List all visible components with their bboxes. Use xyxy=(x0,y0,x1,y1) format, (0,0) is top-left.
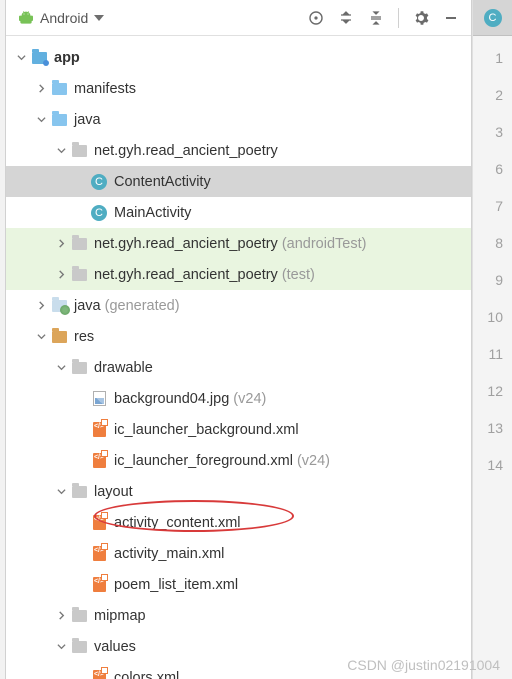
collapse-arrow-icon[interactable] xyxy=(52,611,70,620)
line-number: 12 xyxy=(473,383,512,420)
expand-arrow-icon[interactable] xyxy=(52,642,70,651)
expand-all-button[interactable] xyxy=(334,6,358,30)
settings-button[interactable] xyxy=(409,6,433,30)
expand-arrow-icon[interactable] xyxy=(32,115,50,124)
separator xyxy=(398,8,399,28)
class-icon: C xyxy=(90,173,108,191)
line-number: 2 xyxy=(473,87,512,124)
tree-node-app[interactable]: app xyxy=(6,42,471,73)
line-number: 7 xyxy=(473,198,512,235)
line-number: 9 xyxy=(473,272,512,309)
view-mode-dropdown[interactable]: Android xyxy=(14,8,108,28)
expand-arrow-icon[interactable] xyxy=(32,332,50,341)
editor-tab[interactable]: C xyxy=(473,0,512,36)
tree-node-content-activity[interactable]: CContentActivity xyxy=(6,166,471,197)
package-icon xyxy=(70,235,88,253)
view-mode-label: Android xyxy=(40,10,88,26)
collapse-arrow-icon[interactable] xyxy=(52,239,70,248)
xml-file-icon xyxy=(90,514,108,532)
expand-arrow-icon[interactable] xyxy=(52,146,70,155)
folder-icon xyxy=(70,483,88,501)
generated-folder-icon xyxy=(50,297,68,315)
watermark-text: CSDN @justin02191004 xyxy=(347,657,500,673)
line-number: 11 xyxy=(473,346,512,383)
module-folder-icon xyxy=(30,49,48,67)
collapse-arrow-icon[interactable] xyxy=(32,301,50,310)
line-number: 1 xyxy=(473,50,512,87)
collapse-arrow-icon[interactable] xyxy=(52,270,70,279)
tree-node-main-activity[interactable]: CMainActivity xyxy=(6,197,471,228)
folder-icon xyxy=(70,638,88,656)
editor-gutter: C 1 2 3 6 7 8 9 10 11 12 13 14 xyxy=(472,0,512,679)
line-number: 14 xyxy=(473,457,512,494)
tree-node-package[interactable]: net.gyh.read_ancient_poetry xyxy=(6,135,471,166)
expand-arrow-icon[interactable] xyxy=(12,53,30,62)
class-icon: C xyxy=(90,204,108,222)
image-file-icon xyxy=(90,390,108,408)
tree-node-file[interactable]: background04.jpg(v24) xyxy=(6,383,471,414)
xml-file-icon xyxy=(90,545,108,563)
line-number: 8 xyxy=(473,235,512,272)
folder-icon xyxy=(50,111,68,129)
xml-file-icon xyxy=(90,669,108,679)
line-number: 3 xyxy=(473,124,512,161)
tree-node-activity-content[interactable]: activity_content.xml xyxy=(6,507,471,538)
project-tree[interactable]: app manifests java net.gyh.read_ancient_… xyxy=(6,36,471,679)
folder-icon xyxy=(70,359,88,377)
project-panel: Android app manifests java net.gyh.read_… xyxy=(6,0,472,679)
tree-node-file[interactable]: activity_main.xml xyxy=(6,538,471,569)
tree-node-java-generated[interactable]: java(generated) xyxy=(6,290,471,321)
collapse-arrow-icon[interactable] xyxy=(32,84,50,93)
tree-node-file[interactable]: poem_list_item.xml xyxy=(6,569,471,600)
class-icon: C xyxy=(484,9,502,27)
tree-node-manifests[interactable]: manifests xyxy=(6,73,471,104)
expand-arrow-icon[interactable] xyxy=(52,363,70,372)
select-opened-file-button[interactable] xyxy=(304,6,328,30)
panel-toolbar: Android xyxy=(6,0,471,36)
xml-file-icon xyxy=(90,452,108,470)
hide-panel-button[interactable] xyxy=(439,6,463,30)
folder-icon xyxy=(50,80,68,98)
tree-node-file[interactable]: ic_launcher_foreground.xml(v24) xyxy=(6,445,471,476)
line-number: 10 xyxy=(473,309,512,346)
tree-node-drawable[interactable]: drawable xyxy=(6,352,471,383)
tree-node-layout[interactable]: layout xyxy=(6,476,471,507)
collapse-all-button[interactable] xyxy=(364,6,388,30)
tree-node-package-test[interactable]: net.gyh.read_ancient_poetry(test) xyxy=(6,259,471,290)
tree-node-file[interactable]: ic_launcher_background.xml xyxy=(6,414,471,445)
tree-node-package-androidtest[interactable]: net.gyh.read_ancient_poetry(androidTest) xyxy=(6,228,471,259)
tree-node-res[interactable]: res xyxy=(6,321,471,352)
android-icon xyxy=(18,10,34,26)
line-number: 6 xyxy=(473,161,512,198)
line-number: 13 xyxy=(473,420,512,457)
tree-node-java[interactable]: java xyxy=(6,104,471,135)
chevron-down-icon xyxy=(94,15,104,21)
folder-icon xyxy=(70,607,88,625)
xml-file-icon xyxy=(90,421,108,439)
xml-file-icon xyxy=(90,576,108,594)
package-icon xyxy=(70,266,88,284)
res-folder-icon xyxy=(50,328,68,346)
tree-node-mipmap[interactable]: mipmap xyxy=(6,600,471,631)
package-icon xyxy=(70,142,88,160)
expand-arrow-icon[interactable] xyxy=(52,487,70,496)
